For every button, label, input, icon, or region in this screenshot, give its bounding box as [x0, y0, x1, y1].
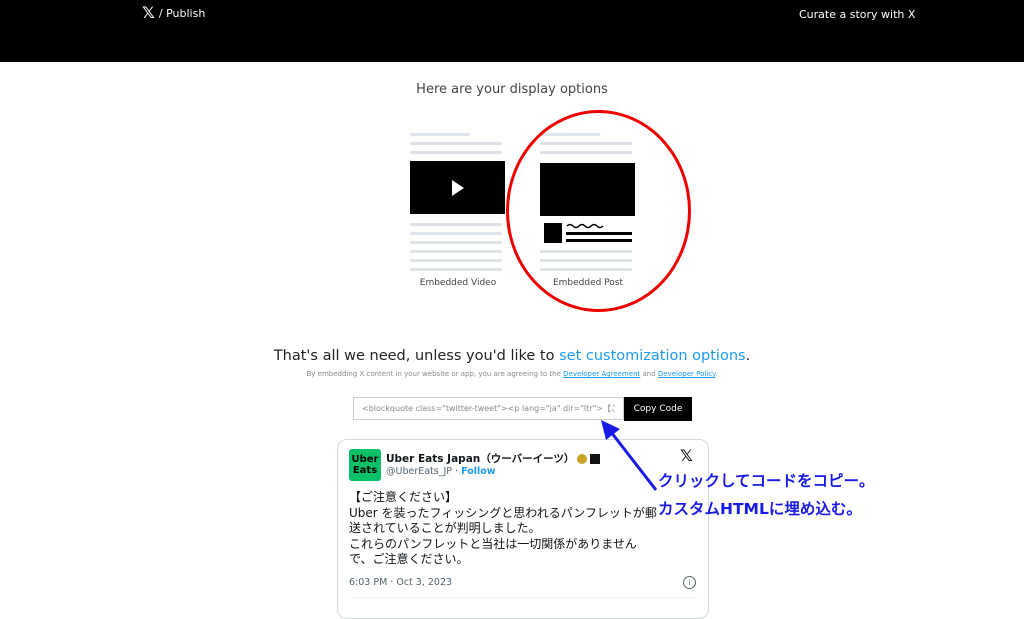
annotation-line-2: カスタムHTMLに埋め込む。	[658, 500, 862, 518]
curate-story-link[interactable]: Curate a story with X	[799, 8, 915, 21]
avatar-line-1: Uber	[351, 454, 379, 465]
tweet-line: で、ご注意ください。	[349, 552, 469, 566]
customization-suffix: .	[745, 348, 751, 364]
tweet-display-name[interactable]: Uber Eats Japan（ウーバーイーツ）	[386, 451, 601, 466]
brand-label: / Publish	[158, 6, 206, 20]
agreement-prefix: By embedding X content in your website o…	[306, 370, 561, 378]
annotation-line-1: クリックしてコードをコピー。	[658, 472, 875, 490]
avatar-line-2: Eats	[352, 465, 378, 476]
highlight-circle	[506, 110, 691, 312]
avatar[interactable]: Uber Eats	[349, 449, 381, 481]
developer-policy-link[interactable]: Developer Policy	[658, 370, 715, 378]
video-thumbnail	[410, 161, 505, 214]
agreement-and: and	[642, 370, 656, 378]
tweet-text: 【ご注意ください】 Uber を装ったフィッシングと思われるパンフレットが郵 送…	[349, 490, 699, 568]
publish-brand[interactable]: 𝕏 / Publish	[142, 5, 205, 21]
tweet-line: 【ご注意ください】	[349, 490, 458, 504]
top-bar: 𝕏 / Publish Curate a story with X	[0, 0, 1024, 62]
card-divider	[349, 597, 699, 598]
embedded-video-label: Embedded Video	[419, 278, 497, 288]
customization-line: That's all we need, unless you'd like to…	[0, 348, 1024, 364]
copy-code-button[interactable]: Copy Code	[624, 397, 692, 421]
info-icon[interactable]: i	[683, 576, 696, 589]
tweet-line: Uber を装ったフィッシングと思われるパンフレットが郵	[349, 505, 657, 520]
tweet-handle-line: @UberEats_JP · Follow	[386, 466, 496, 477]
set-customization-options-link[interactable]: set customization options	[559, 348, 745, 364]
x-logo-icon[interactable]: 𝕏	[680, 446, 693, 465]
developer-agreement-link[interactable]: Developer Agreement	[563, 370, 640, 378]
handle-separator: ·	[455, 466, 459, 477]
tweet-handle[interactable]: @UberEats_JP	[386, 466, 452, 477]
verified-badge-icon	[577, 454, 588, 464]
embed-code-input[interactable]	[353, 397, 624, 420]
tweet-line: 送されていることが判明しました。	[349, 521, 541, 535]
embedded-video-option[interactable]	[410, 130, 506, 280]
display-name-text: Uber Eats Japan（ウーバーイーツ）	[386, 453, 575, 465]
tweet-timestamp[interactable]: 6:03 PM · Oct 3, 2023	[349, 577, 452, 588]
tweet-card[interactable]: Uber Eats Uber Eats Japan（ウーバーイーツ） @Uber…	[337, 439, 709, 619]
affiliate-badge-icon	[590, 454, 601, 464]
play-icon	[452, 180, 464, 196]
x-logo-icon: 𝕏	[142, 3, 155, 22]
display-options-heading: Here are your display options	[416, 82, 608, 97]
customization-prefix: That's all we need, unless you'd like to	[273, 348, 555, 364]
tweet-line: これらのパンフレットと当社は一切関係がありません	[349, 536, 637, 551]
agreement-suffix: .	[715, 370, 718, 378]
agreement-text: By embedding X content in your website o…	[0, 370, 1024, 378]
follow-link[interactable]: Follow	[461, 466, 495, 477]
